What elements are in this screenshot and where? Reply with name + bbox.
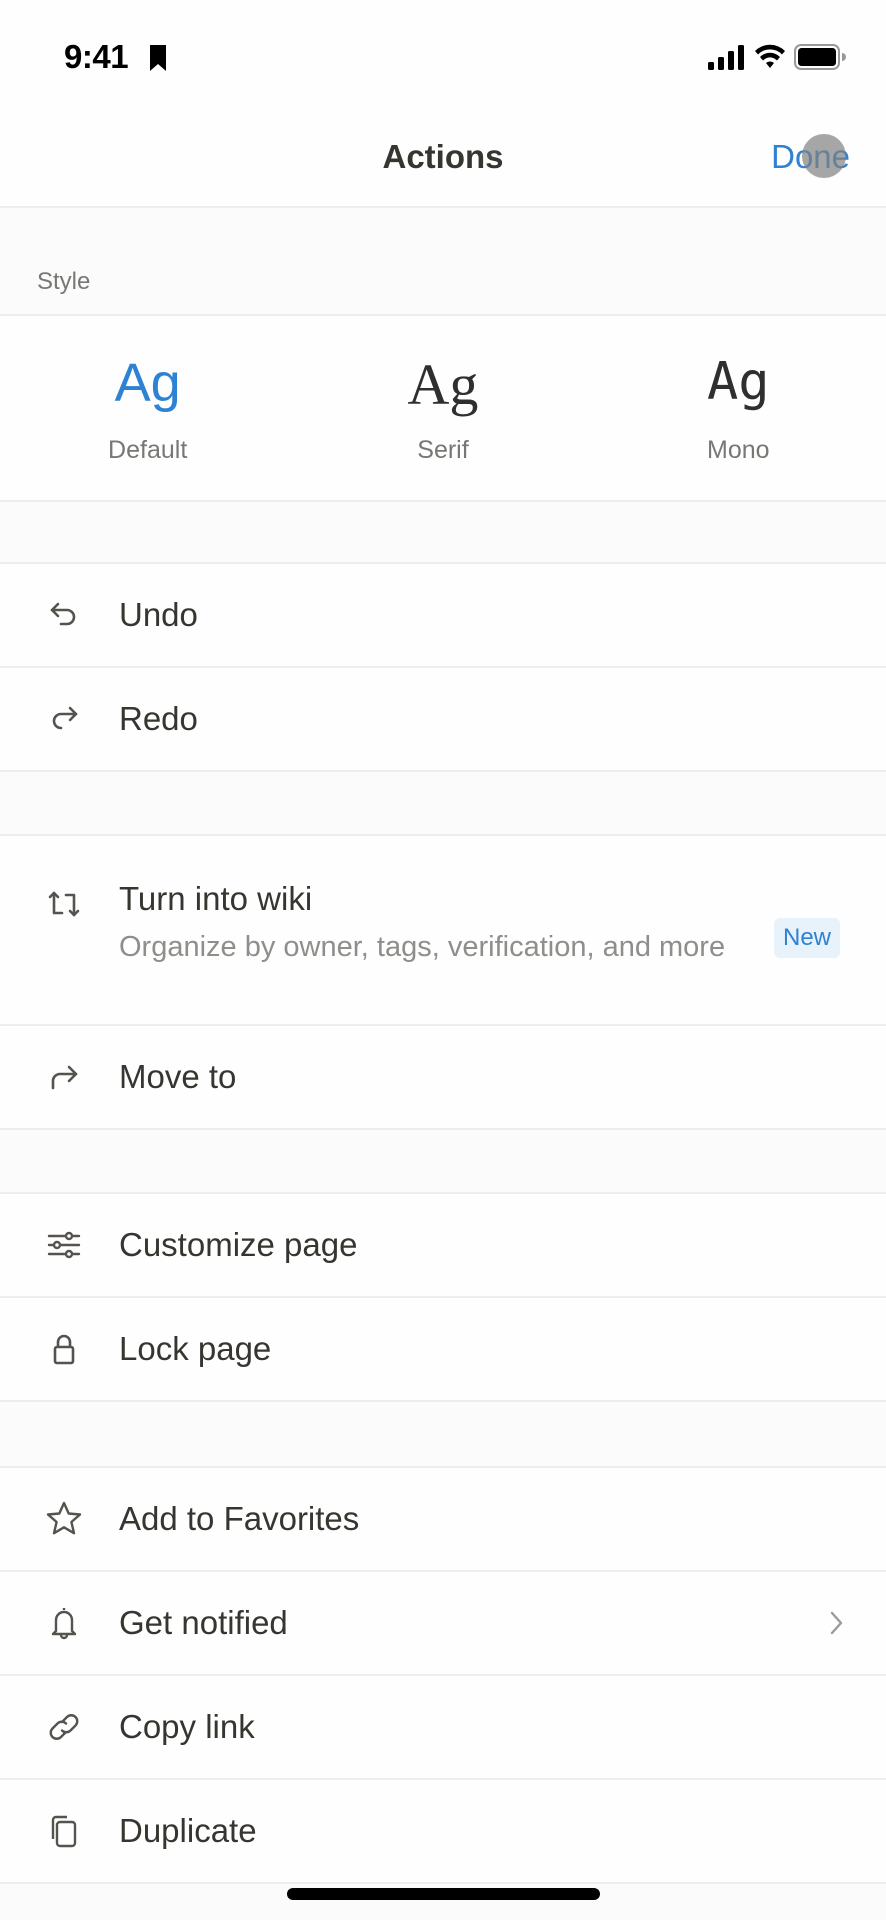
battery-icon [794,44,846,70]
undo-icon [44,595,84,635]
history-group: Undo Redo [0,564,886,772]
touch-indicator [802,134,846,178]
menu-item-undo[interactable]: Undo [0,564,886,668]
move-to-icon [44,1057,84,1097]
menu-item-label: Duplicate [119,1812,257,1849]
menu-item-turn-into-wiki[interactable]: Turn into wiki Organize by owner, tags, … [0,836,886,1026]
menu-item-label: Redo [119,700,198,737]
menu-item-label: Undo [119,596,198,633]
wifi-icon [755,44,785,68]
menu-item-label: Turn into wiki [119,880,313,917]
sliders-icon [44,1225,84,1265]
home-indicator[interactable] [287,1888,600,1900]
cellular-signal-icon [708,45,744,70]
menu-item-label: Move to [119,1058,237,1095]
new-badge: New [773,918,840,958]
menu-item-add-to-favorites[interactable]: Add to Favorites [0,1468,886,1572]
menu-item-label: Lock page [119,1330,272,1367]
style-option-mono[interactable]: Ag Mono [591,316,886,500]
style-section-header: Style [0,210,886,316]
style-label-default: Default [108,436,188,464]
page-settings-group: Customize page Lock page [0,1194,886,1402]
bell-icon [44,1603,84,1643]
style-option-default[interactable]: Ag Default [0,316,295,500]
menu-item-label: Copy link [119,1708,255,1745]
page-title: Actions [382,138,504,175]
status-bar: 9:41 [0,0,886,104]
style-sample-default: Ag [114,353,181,413]
section-header-label: Style [37,268,91,295]
style-sample-mono: Ag [707,352,770,412]
font-style-picker: Ag Default Ag Serif Ag Mono [0,316,886,502]
menu-item-customize-page[interactable]: Customize page [0,1194,886,1298]
style-option-serif[interactable]: Ag Serif [295,316,590,500]
link-icon [44,1707,84,1747]
style-sample-serif: Ag [407,352,479,417]
chevron-right-icon [830,1611,843,1635]
menu-item-label: Customize page [119,1226,358,1263]
nav-bar: Actions Done [0,104,886,208]
bookmark-icon [150,45,166,71]
duplicate-icon [44,1811,84,1851]
menu-item-label: Get notified [119,1604,288,1641]
section-spacer [0,1404,886,1468]
menu-item-move-to[interactable]: Move to [0,1026,886,1130]
menu-item-duplicate[interactable]: Duplicate [0,1780,886,1884]
menu-item-description: Organize by owner, tags, verification, a… [119,931,726,963]
star-icon [44,1499,84,1539]
menu-item-get-notified[interactable]: Get notified [0,1572,886,1676]
section-spacer [0,1132,886,1194]
status-time: 9:41 [64,38,129,75]
actions-screen: 9:41 Actions Done [0,0,886,1920]
share-group: Add to Favorites Get notified Copy link … [0,1468,886,1884]
menu-item-redo[interactable]: Redo [0,668,886,772]
status-icons [706,44,846,70]
turn-into-icon [44,884,84,924]
page-type-group: Turn into wiki Organize by owner, tags, … [0,836,886,1130]
redo-icon [44,699,84,739]
menu-item-label: Add to Favorites [119,1500,360,1537]
style-label-mono: Mono [707,436,770,464]
menu-item-copy-link[interactable]: Copy link [0,1676,886,1780]
section-spacer [0,502,886,564]
lock-icon [44,1329,84,1369]
menu-item-lock-page[interactable]: Lock page [0,1298,886,1402]
style-label-serif: Serif [417,436,469,464]
section-spacer [0,774,886,836]
